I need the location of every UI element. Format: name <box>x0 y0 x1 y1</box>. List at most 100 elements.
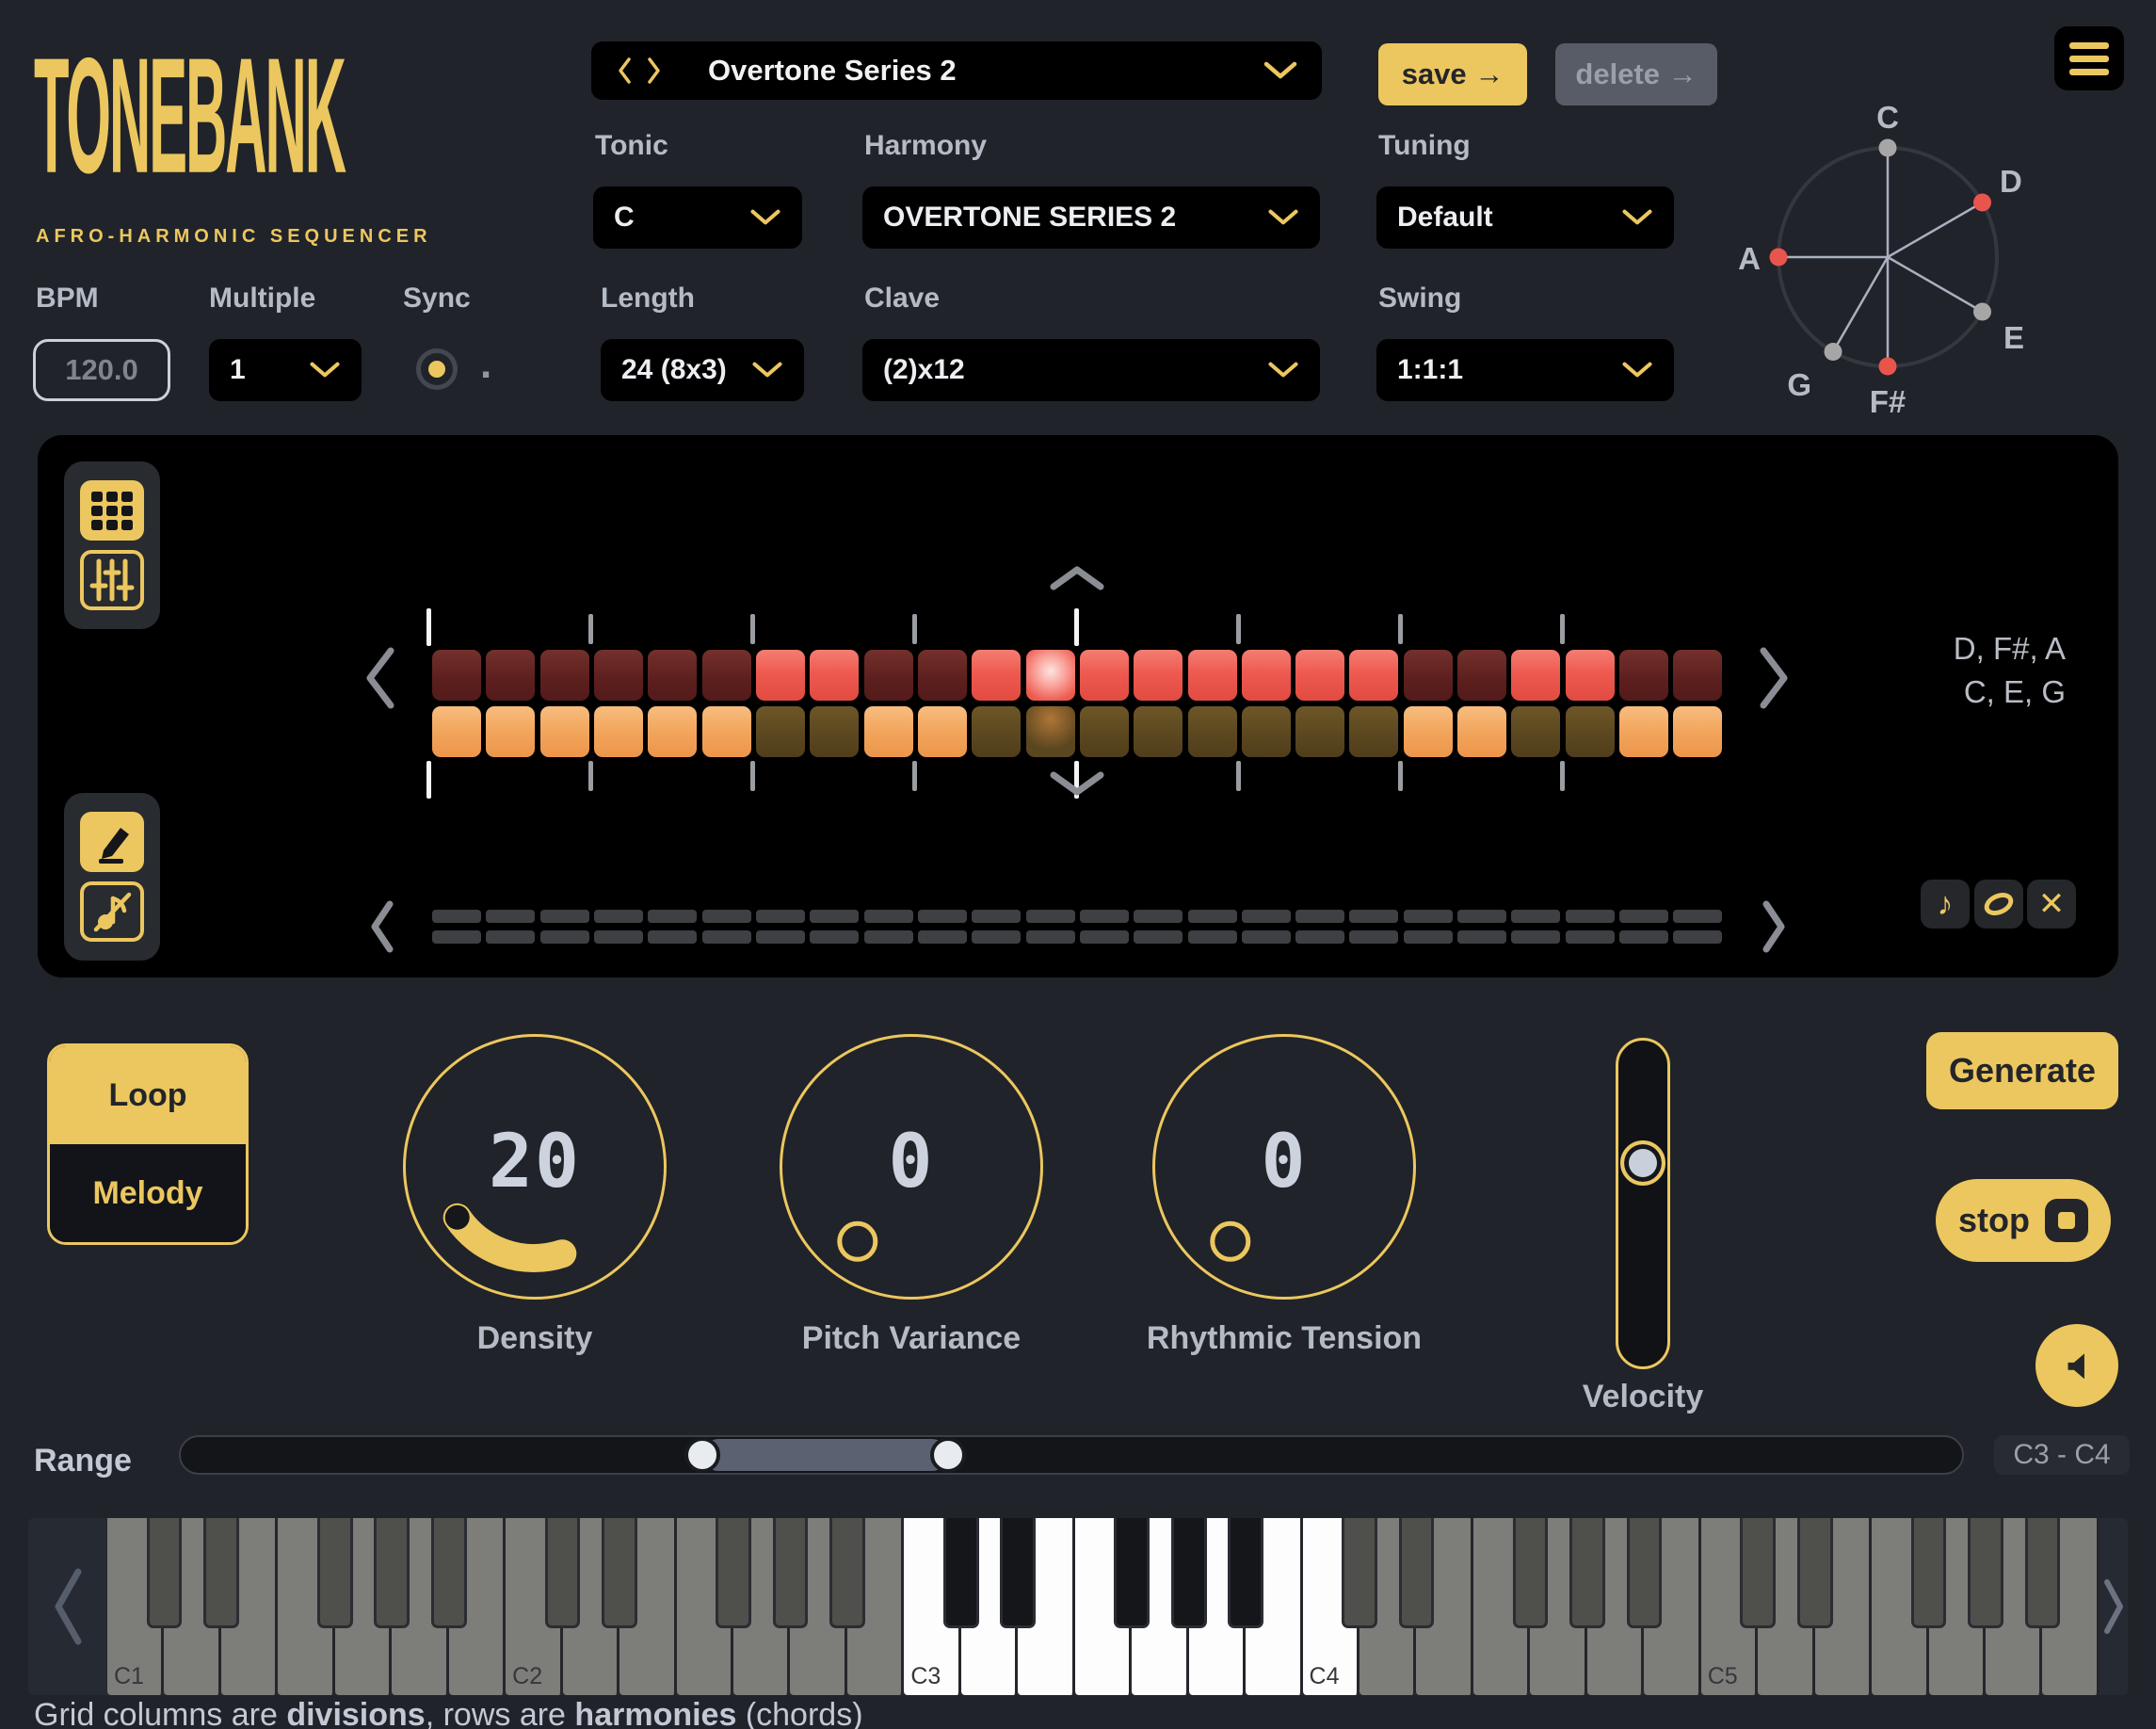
black-key-C#1[interactable] <box>147 1518 183 1628</box>
strip-scroll-right-icon[interactable] <box>1757 646 1791 710</box>
clave-select[interactable]: (2)x12 <box>862 339 1320 401</box>
keyboard-scroll-left[interactable] <box>28 1518 107 1695</box>
seq-cell-bottom-14[interactable] <box>1134 706 1183 757</box>
seq-cell-top-10[interactable] <box>918 650 967 701</box>
black-key-C#5[interactable] <box>1740 1518 1776 1628</box>
mini-step-dash[interactable] <box>1295 930 1344 944</box>
seq-cell-bottom-7[interactable] <box>756 706 805 757</box>
seq-cell-bottom-5[interactable] <box>648 706 697 757</box>
mini-step-dash[interactable] <box>432 930 481 944</box>
seq-cell-top-5[interactable] <box>648 650 697 701</box>
mini-step-dash[interactable] <box>864 930 913 944</box>
seq-cell-bottom-1[interactable] <box>432 706 481 757</box>
mini-step-dash[interactable] <box>486 930 535 944</box>
harmony-select[interactable]: OVERTONE SERIES 2 <box>862 186 1320 249</box>
mini-step-dash[interactable] <box>702 910 751 923</box>
strip-scroll-left-icon[interactable] <box>363 646 397 710</box>
seq-cell-top-24[interactable] <box>1673 650 1722 701</box>
seq-cell-top-13[interactable] <box>1080 650 1129 701</box>
chevron-down-icon[interactable] <box>1263 61 1297 80</box>
speaker-button[interactable] <box>2035 1324 2118 1407</box>
mini-step-dash[interactable] <box>918 930 967 944</box>
generate-button[interactable]: Generate <box>1926 1032 2118 1109</box>
black-key-D#3[interactable] <box>1000 1518 1036 1628</box>
tonic-select[interactable]: C <box>593 186 802 249</box>
mini-step-dash[interactable] <box>1080 910 1129 923</box>
black-key-G#5[interactable] <box>1968 1518 2003 1628</box>
mini-scroll-right-icon[interactable] <box>1761 900 1787 953</box>
mini-step-dash[interactable] <box>594 930 643 944</box>
note-dot-F#[interactable] <box>1879 358 1897 376</box>
mini-step-dash[interactable] <box>1134 910 1183 923</box>
range-handle-high[interactable] <box>930 1437 966 1473</box>
pitch-variance-knob[interactable]: 0 Pitch Variance <box>780 1034 1043 1300</box>
black-key-G#2[interactable] <box>773 1518 809 1628</box>
seq-cell-bottom-23[interactable] <box>1619 706 1668 757</box>
seq-cell-top-1[interactable] <box>432 650 481 701</box>
mini-step-dash[interactable] <box>756 930 805 944</box>
black-key-A#2[interactable] <box>829 1518 865 1628</box>
seq-cell-top-16[interactable] <box>1242 650 1291 701</box>
stop-button[interactable]: stop <box>1936 1179 2111 1262</box>
hamburger-menu-button[interactable] <box>2054 26 2124 90</box>
seq-cell-top-21[interactable] <box>1511 650 1560 701</box>
seq-cell-top-9[interactable] <box>864 650 913 701</box>
mini-step-dash[interactable] <box>1404 910 1453 923</box>
row-shift-up-icon[interactable] <box>1049 565 1105 591</box>
mini-step-dash[interactable] <box>1349 910 1398 923</box>
mini-step-dash[interactable] <box>972 910 1021 923</box>
seq-cell-bottom-15[interactable] <box>1188 706 1237 757</box>
mini-step-dash[interactable] <box>1026 910 1075 923</box>
seq-cell-bottom-10[interactable] <box>918 706 967 757</box>
mini-step-dash[interactable] <box>1673 910 1722 923</box>
length-select[interactable]: 24 (8x3) <box>601 339 804 401</box>
clear-button[interactable]: ✕ <box>2027 880 2076 929</box>
seq-cell-top-7[interactable] <box>756 650 805 701</box>
multiple-select[interactable]: 1 <box>209 339 362 401</box>
seq-cell-bottom-24[interactable] <box>1673 706 1722 757</box>
seq-cell-bottom-13[interactable] <box>1080 706 1129 757</box>
preset-next-icon[interactable] <box>646 57 663 85</box>
seq-cell-top-8[interactable] <box>810 650 859 701</box>
black-key-F#3[interactable] <box>1114 1518 1150 1628</box>
mini-step-dash[interactable] <box>1134 930 1183 944</box>
black-key-A#3[interactable] <box>1228 1518 1263 1628</box>
mini-step-dash[interactable] <box>918 910 967 923</box>
seq-cell-top-18[interactable] <box>1349 650 1398 701</box>
black-key-F#1[interactable] <box>317 1518 353 1628</box>
mini-step-dash[interactable] <box>648 930 697 944</box>
mode-loop-button[interactable]: Loop <box>50 1046 246 1144</box>
note-dot-C[interactable] <box>1879 139 1897 157</box>
seq-cell-bottom-17[interactable] <box>1295 706 1344 757</box>
seq-cell-bottom-11[interactable] <box>972 706 1021 757</box>
seq-cell-top-14[interactable] <box>1134 650 1183 701</box>
black-key-G#3[interactable] <box>1171 1518 1207 1628</box>
mini-step-dash[interactable] <box>1242 910 1291 923</box>
mini-step-dash[interactable] <box>1566 930 1615 944</box>
black-key-C#2[interactable] <box>545 1518 581 1628</box>
mini-step-dash[interactable] <box>648 910 697 923</box>
seq-cell-top-3[interactable] <box>540 650 589 701</box>
seq-cell-top-19[interactable] <box>1404 650 1453 701</box>
mini-step-dash[interactable] <box>1349 930 1398 944</box>
seq-cell-top-17[interactable] <box>1295 650 1344 701</box>
mini-step-dash[interactable] <box>1457 910 1506 923</box>
mini-step-dash[interactable] <box>1619 910 1668 923</box>
mini-step-dash[interactable] <box>756 910 805 923</box>
tie-button[interactable] <box>1974 880 2023 929</box>
tuning-select[interactable]: Default <box>1376 186 1674 249</box>
seq-cell-bottom-8[interactable] <box>810 706 859 757</box>
mini-step-dash[interactable] <box>1295 910 1344 923</box>
mini-step-dash[interactable] <box>1026 930 1075 944</box>
black-key-G#4[interactable] <box>1569 1518 1605 1628</box>
mini-step-dash[interactable] <box>972 930 1021 944</box>
black-key-D#5[interactable] <box>1797 1518 1833 1628</box>
seq-cell-bottom-2[interactable] <box>486 706 535 757</box>
black-key-A#4[interactable] <box>1627 1518 1663 1628</box>
seq-cell-top-12[interactable] <box>1026 650 1075 701</box>
black-key-C#4[interactable] <box>1342 1518 1377 1628</box>
black-key-F#5[interactable] <box>1911 1518 1947 1628</box>
velocity-thumb[interactable] <box>1620 1140 1665 1186</box>
sync-toggle[interactable] <box>416 348 458 390</box>
seq-cell-bottom-3[interactable] <box>540 706 589 757</box>
